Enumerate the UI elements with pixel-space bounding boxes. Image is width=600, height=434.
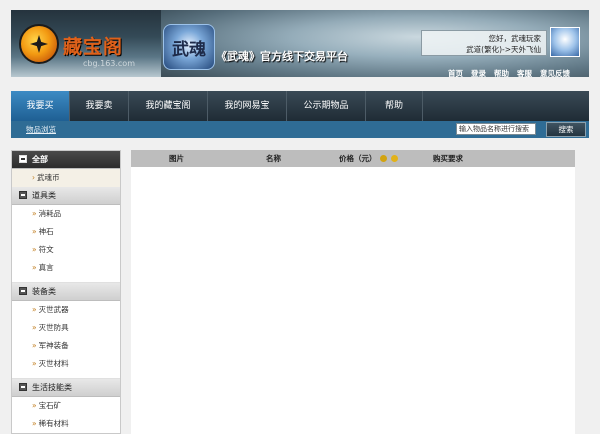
category-all-label: 全部	[32, 155, 48, 164]
bullet-icon: »	[32, 359, 37, 368]
category-label: 生活技能类	[32, 383, 72, 392]
game-logo-icon: 武魂	[163, 24, 215, 70]
sidebar-item-label: 军神装备	[38, 341, 69, 350]
price-label: 价格（元）	[339, 154, 377, 163]
bullet-icon: »	[32, 401, 37, 410]
user-info-box: 您好，武魂玩家 武道(繁化)->天外飞仙	[421, 30, 547, 56]
logo-subtitle: cbg.163.com	[83, 59, 135, 68]
bullet-icon: »	[32, 341, 37, 350]
bullet-icon: »	[32, 323, 37, 332]
sidebar-item-label: 消耗品	[38, 209, 62, 218]
platform-title: 《武魂》官方线下交易平台	[216, 50, 348, 63]
column-header-image: 图片	[169, 154, 184, 163]
top-link-feedback[interactable]: 意见反馈	[540, 68, 570, 77]
nav-divider	[422, 91, 423, 121]
sidebar-item[interactable]: » 真言	[12, 259, 120, 277]
category-label: 道具类	[32, 191, 56, 200]
sidebar-item[interactable]: » 宝石矿	[12, 397, 120, 415]
search-button[interactable]: 搜索	[546, 122, 586, 137]
top-link-login[interactable]: 登录	[471, 68, 486, 77]
sidebar-item[interactable]: » 神石	[12, 223, 120, 241]
server-info: 武道(繁化)->天外飞仙	[466, 45, 541, 54]
column-header-requirement: 购买要求	[433, 154, 463, 163]
bullet-icon: »	[32, 305, 37, 314]
sort-desc-icon[interactable]	[380, 155, 388, 162]
sidebar-item-label: 灭世防具	[38, 323, 69, 332]
top-link-service[interactable]: 客服	[517, 68, 532, 77]
sidebar-item[interactable]: » 灭世材料	[12, 355, 120, 373]
tab-my-cbg[interactable]: 我的藏宝阁	[129, 91, 207, 121]
sidebar-item-label: 宝石矿	[38, 401, 62, 410]
category-life-skills[interactable]: 生活技能类	[12, 379, 120, 397]
column-header-name: 名称	[266, 154, 281, 163]
top-links: 首页 登录 帮助 客服 意见反馈	[448, 68, 570, 77]
column-header-price[interactable]: 价格（元）	[339, 150, 398, 167]
sidebar-item-label: 符文	[38, 245, 54, 254]
avatar[interactable]	[550, 27, 580, 57]
tab-my-netease-pay[interactable]: 我的网易宝	[208, 91, 286, 121]
category-props[interactable]: 道具类	[12, 187, 120, 205]
header-banner: 藏宝阁 cbg.163.com 武魂 《武魂》官方线下交易平台 您好，武魂玩家 …	[11, 10, 589, 77]
greeting-text: 您好，武魂玩家	[488, 34, 542, 43]
game-logo-text: 武魂	[172, 40, 206, 60]
sidebar-item[interactable]: » 稀有材料	[12, 415, 120, 433]
tab-buy[interactable]: 我要买	[11, 91, 69, 121]
browse-items-link[interactable]: 物品浏览	[26, 124, 56, 135]
top-link-home[interactable]: 首页	[448, 68, 463, 77]
collapse-icon	[19, 383, 27, 391]
logo-title[interactable]: 藏宝阁	[63, 32, 123, 59]
sidebar-item-label: 真言	[38, 263, 54, 272]
sort-asc-icon[interactable]	[390, 155, 398, 162]
collapse-icon	[19, 155, 27, 163]
collapse-icon	[19, 287, 27, 295]
search-input[interactable]: 输入物品名称进行搜索	[456, 123, 536, 135]
sidebar-item[interactable]: » 符文	[12, 241, 120, 259]
category-equipment[interactable]: 装备类	[12, 283, 120, 301]
sidebar-item-label: 武魂币	[37, 173, 60, 182]
bullet-icon: »	[32, 245, 37, 254]
main-nav: 我要买 我要卖 我的藏宝阁 我的网易宝 公示期物品 帮助	[11, 91, 589, 121]
sidebar-item[interactable]: » 灭世武器	[12, 301, 120, 319]
category-sidebar: 全部 › 武魂币 道具类 » 消耗品 » 神石 » 符文 » 真言 装备类 » 灭世武器 »…	[11, 150, 121, 434]
sidebar-item[interactable]: » 消耗品	[12, 205, 120, 223]
collapse-icon	[19, 191, 27, 199]
sidebar-item-label: 灭世武器	[38, 305, 69, 314]
tab-public-items[interactable]: 公示期物品	[287, 91, 365, 121]
sidebar-item-label: 神石	[38, 227, 54, 236]
category-label: 装备类	[32, 287, 56, 296]
sidebar-item-currency[interactable]: › 武魂币	[12, 169, 120, 187]
item-table: 图片 名称 价格（元） 购买要求	[131, 150, 575, 434]
sidebar-item-label: 灭世材料	[38, 359, 69, 368]
category-all[interactable]: 全部	[12, 151, 120, 169]
tab-help[interactable]: 帮助	[366, 91, 422, 121]
tab-sell[interactable]: 我要卖	[70, 91, 128, 121]
bullet-icon: »	[32, 227, 37, 236]
table-header: 图片 名称 价格（元） 购买要求	[131, 150, 575, 167]
sidebar-item[interactable]: » 灭世防具	[12, 319, 120, 337]
sidebar-item-label: 稀有材料	[38, 419, 69, 428]
bullet-icon: »	[32, 209, 37, 218]
bullet-icon: »	[32, 263, 37, 272]
bullet-icon: »	[32, 419, 37, 428]
bullet-icon: ›	[32, 173, 35, 182]
sidebar-item[interactable]: » 军神装备	[12, 337, 120, 355]
cbg-logo-icon[interactable]	[19, 24, 59, 64]
top-link-help[interactable]: 帮助	[494, 68, 509, 77]
